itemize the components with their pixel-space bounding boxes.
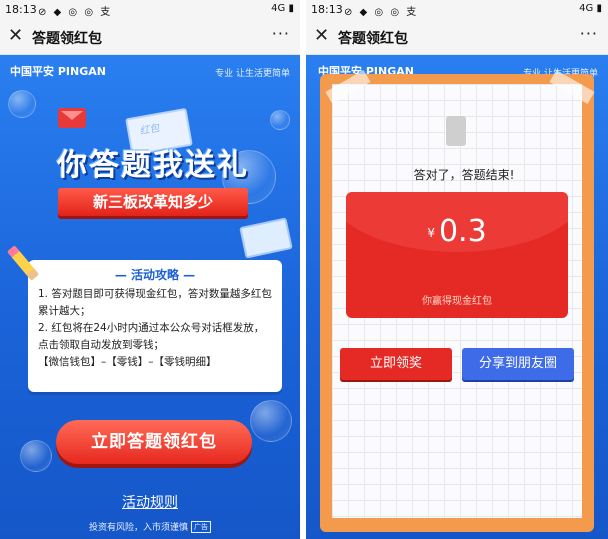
more-icon[interactable]: ··· <box>580 24 598 43</box>
start-quiz-button[interactable]: 立即答题领红包 <box>56 420 252 464</box>
guide-body: 1. 答对题目即可获得现金红包，答对数量越多红包累计越大； 2. 红包将在24小… <box>38 286 274 371</box>
prize-amount: ¥0.3 <box>346 214 568 249</box>
card-text: 红包 <box>138 122 161 138</box>
status-system-icons: 4G ▮ <box>579 3 602 14</box>
status-app-icons: ⊘ ◆ ◎ ◎ 支 <box>38 7 113 18</box>
status-time: 18:13 <box>5 3 37 16</box>
status-time: 18:13 <box>311 3 343 16</box>
status-bar: 18:13 ⊘ ◆ ◎ ◎ 支 4G ▮ <box>0 0 300 20</box>
battery-icon: ▮ <box>288 3 294 14</box>
status-app-icons: ⊘ ◆ ◎ ◎ 支 <box>344 7 419 18</box>
title-bar: ✕ 答题领红包 ··· <box>306 20 608 55</box>
page-title: 答题领红包 <box>338 31 408 47</box>
share-moments-button[interactable]: 分享到朋友圈 <box>462 348 574 380</box>
bubble-decoration <box>270 110 290 130</box>
page-title: 答题领红包 <box>32 31 102 47</box>
left-screen: 18:13 ⊘ ◆ ◎ ◎ 支 4G ▮ ✕ 答题领红包 ··· 中国平安 PI… <box>0 0 300 539</box>
pingan-logo: 中国平安 PINGAN <box>10 65 106 78</box>
guide-item: 2. 红包将在24小时内通过本公众号对话框发放，点击领取自动发放到零钱； <box>38 322 265 351</box>
risk-text: 投资有风险，入市须谨慎 <box>88 523 188 533</box>
status-system-icons: 4G ▮ <box>271 3 294 14</box>
bubble-decoration <box>20 440 52 472</box>
risk-disclaimer: 投资有风险，入市须谨慎 广告 <box>0 520 300 533</box>
bubble-decoration <box>8 90 36 118</box>
bubble-decoration <box>250 400 292 442</box>
red-packet: ¥0.3 你赢得现金红包 <box>346 192 568 318</box>
close-icon[interactable]: ✕ <box>8 25 23 46</box>
envelope-icon <box>58 108 86 128</box>
claim-prize-button[interactable]: 立即领奖 <box>340 348 452 380</box>
ad-badge: 广告 <box>191 521 211 533</box>
amount-value: 0.3 <box>438 214 487 249</box>
network-label: 4G <box>579 3 594 14</box>
brand-slogan: 专业 让生活更简单 <box>215 69 290 79</box>
guide-item: 【微信钱包】–【零钱】–【零钱明细】 <box>38 356 217 368</box>
more-icon[interactable]: ··· <box>272 24 290 43</box>
right-screen: 18:13 ⊘ ◆ ◎ ◎ 支 4G ▮ ✕ 答题领红包 ··· 中国平安 PI… <box>306 0 608 539</box>
prize-caption: 你赢得现金红包 <box>422 296 492 307</box>
network-label: 4G <box>271 3 286 14</box>
activity-guide-card: — 活动攻略 — 1. 答对题目即可获得现金红包，答对数量越多红包累计越大； 2… <box>28 260 282 392</box>
guide-title: — 活动攻略 — <box>114 268 196 282</box>
rules-link[interactable]: 活动规则 <box>0 492 300 512</box>
title-bar: ✕ 答题领红包 ··· <box>0 20 300 55</box>
user-avatar <box>446 116 466 146</box>
close-icon[interactable]: ✕ <box>314 25 329 46</box>
subtitle-ribbon: 新三板改革知多少 <box>58 188 248 216</box>
hero-headline: 你答题我送礼 <box>57 148 249 183</box>
currency-symbol: ¥ <box>427 226 435 240</box>
status-bar: 18:13 ⊘ ◆ ◎ ◎ 支 4G ▮ <box>306 0 608 20</box>
battery-icon: ▮ <box>596 3 602 14</box>
quiz-finished-text: 答对了，答题结束! <box>413 168 515 182</box>
guide-item: 1. 答对题目即可获得现金红包，答对数量越多红包累计越大； <box>38 288 272 317</box>
